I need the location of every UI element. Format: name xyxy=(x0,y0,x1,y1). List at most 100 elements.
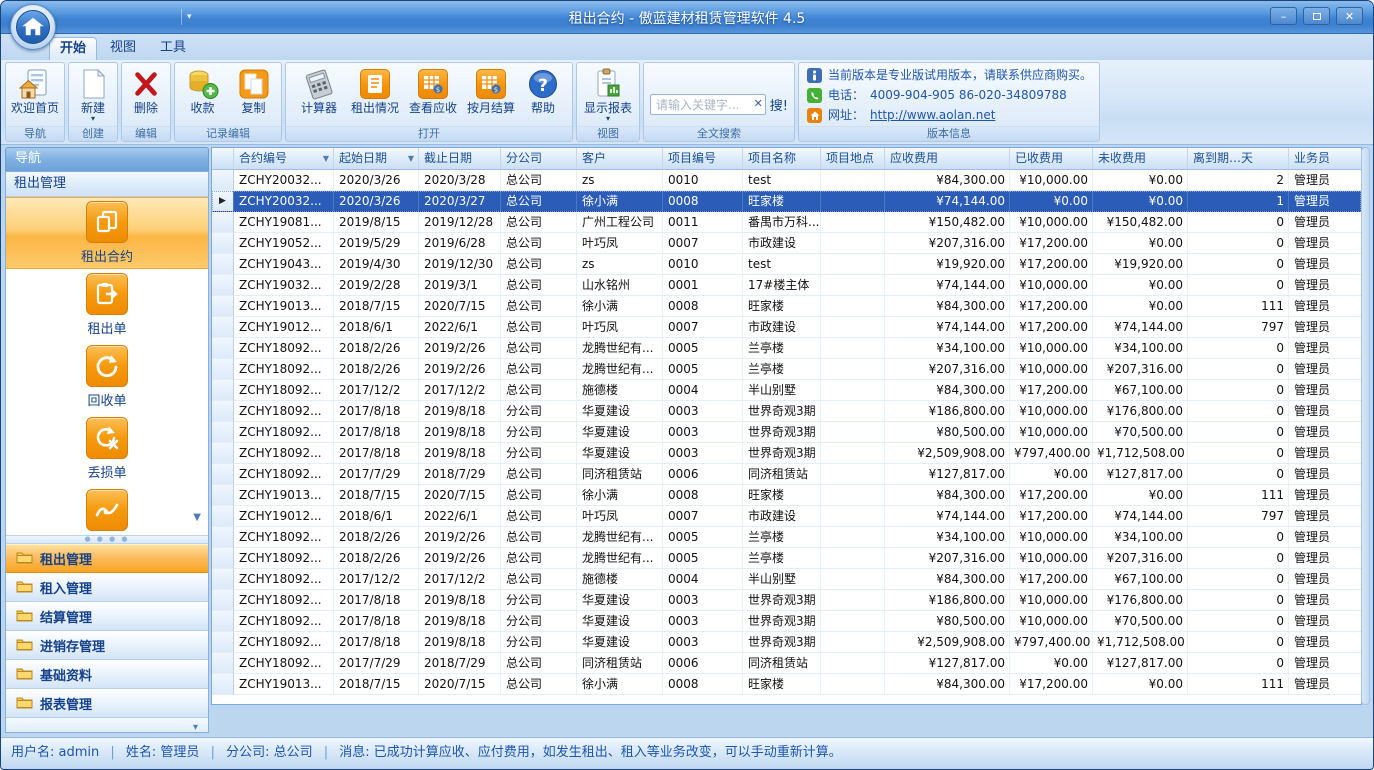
splitter-handle[interactable]: ● ● ● ● xyxy=(6,535,208,544)
show-report-dropdown-icon[interactable]: ▾ xyxy=(606,115,610,122)
table-row[interactable]: ZCHY18092...2018/2/262019/2/26总公司龙腾世纪有..… xyxy=(212,338,1361,359)
group-label-edit: 编辑 xyxy=(122,126,170,141)
table-row[interactable]: ZCHY18092...2017/12/22017/12/2总公司施德楼0004… xyxy=(212,569,1361,590)
app-menu-button[interactable] xyxy=(10,4,56,50)
sidebar-item-rent-out-order[interactable]: 租出单 xyxy=(6,269,208,341)
table-cell: ¥84,300.00 xyxy=(885,569,1010,590)
sidebar-group-settlement[interactable]: 结算管理 xyxy=(6,602,208,631)
welcome-home-button[interactable]: 欢迎首页 xyxy=(8,65,62,115)
table-row[interactable]: ZCHY18092...2017/12/22017/12/2总公司施德楼0004… xyxy=(212,380,1361,401)
table-row[interactable]: ZCHY19043...2019/4/302019/12/30总公司zs0010… xyxy=(212,254,1361,275)
table-cell: 2018/7/15 xyxy=(334,485,419,506)
table-row[interactable]: ZCHY18092...2017/8/182019/8/18分公司华夏建设000… xyxy=(212,443,1361,464)
column-header-10[interactable]: 未收费用 xyxy=(1093,148,1188,169)
show-report-button[interactable]: 显示报表 ▾ xyxy=(579,65,637,122)
column-header-3[interactable]: 分公司 xyxy=(501,148,577,169)
column-header-0[interactable]: 合约编号▼ xyxy=(234,148,334,169)
search-input[interactable] xyxy=(650,94,766,115)
table-cell: 兰亭楼 xyxy=(743,359,821,380)
table-row[interactable]: ZCHY18092...2018/2/262019/2/26总公司龙腾世纪有..… xyxy=(212,548,1361,569)
table-row[interactable]: ZCHY18092...2017/8/182019/8/18分公司华夏建设000… xyxy=(212,632,1361,653)
sidebar-group-inventory[interactable]: 进销存管理 xyxy=(6,631,208,660)
column-header-8[interactable]: 应收费用 xyxy=(885,148,1010,169)
table-row[interactable]: ZCHY19013...2018/7/152020/7/15总公司徐小满0008… xyxy=(212,485,1361,506)
copy-label: 复制 xyxy=(241,101,265,115)
table-row[interactable]: ZCHY18092...2017/7/292018/7/29总公司同济租赁站00… xyxy=(212,464,1361,485)
table-row[interactable]: ZCHY18092...2017/8/182019/8/18分公司华夏建设000… xyxy=(212,422,1361,443)
collect-payment-button[interactable]: 收款 xyxy=(177,65,228,115)
table-cell: 旺家楼 xyxy=(743,674,821,695)
table-cell: 0006 xyxy=(663,653,743,674)
new-dropdown-icon[interactable]: ▾ xyxy=(91,115,95,122)
row-indicator-header xyxy=(212,148,234,169)
minimize-button[interactable]: – xyxy=(1270,7,1297,25)
column-header-11[interactable]: 离到期…天 xyxy=(1188,148,1289,169)
table-row[interactable]: ZCHY19012...2018/6/12022/6/1总公司叶巧凤0007市政… xyxy=(212,506,1361,527)
table-cell: 管理员 xyxy=(1289,233,1362,254)
table-row[interactable]: ZCHY18092...2018/2/262019/2/26总公司龙腾世纪有..… xyxy=(212,359,1361,380)
table-row[interactable]: ZCHY18092...2017/8/182019/8/18分公司华夏建设000… xyxy=(212,590,1361,611)
sidebar-item-price-adjust-order[interactable]: 调价单 xyxy=(6,485,208,535)
table-row[interactable]: ZCHY18092...2017/7/292018/7/29总公司同济租赁站00… xyxy=(212,653,1361,674)
table-cell: ZCHY18092... xyxy=(234,653,334,674)
column-header-5[interactable]: 项目编号 xyxy=(663,148,743,169)
new-button[interactable]: 新建 ▾ xyxy=(71,65,115,122)
monthly-settlement-button[interactable]: $ 按月结算 xyxy=(462,65,520,115)
search-clear-icon[interactable]: ✕ xyxy=(754,97,763,110)
sidebar-item-label: 丢损单 xyxy=(87,462,126,481)
nav-scroll-down-icon[interactable]: ▼ xyxy=(193,512,201,523)
table-cell: 管理员 xyxy=(1289,401,1362,422)
table-row[interactable]: ZCHY20032...2020/3/262020/3/28总公司zs0010t… xyxy=(212,170,1361,191)
table-cell xyxy=(821,380,885,401)
column-header-4[interactable]: 客户 xyxy=(577,148,663,169)
table-row[interactable]: ZCHY19032...2019/2/282019/3/1总公司山水铭州0001… xyxy=(212,275,1361,296)
table-row[interactable]: ZCHY18092...2017/8/182019/8/18分公司华夏建设000… xyxy=(212,611,1361,632)
table-row[interactable]: ZCHY19013...2018/7/152020/7/15总公司徐小满0008… xyxy=(212,296,1361,317)
sidebar-group-reports[interactable]: 报表管理 xyxy=(6,689,208,718)
column-header-9[interactable]: 已收费用 xyxy=(1010,148,1093,169)
sidebar-item-recovery-order[interactable]: 回收单 xyxy=(6,341,208,413)
column-header-2[interactable]: 截止日期 xyxy=(419,148,501,169)
table-row[interactable]: ▶ZCHY20032...2020/3/262020/3/27总公司徐小满000… xyxy=(212,191,1361,212)
delete-button[interactable]: 删除 xyxy=(124,65,168,115)
tab-tools[interactable]: 工具 xyxy=(149,37,197,60)
table-cell: 2 xyxy=(1188,170,1289,191)
search-button[interactable]: 搜! xyxy=(770,95,788,114)
vertical-scrollbar[interactable] xyxy=(1361,147,1370,705)
calculator-button[interactable]: 计算器 xyxy=(292,65,346,115)
table-cell: 2019/12/30 xyxy=(419,254,501,275)
table-row[interactable]: ZCHY19012...2018/6/12022/6/1总公司叶巧凤0007市政… xyxy=(212,317,1361,338)
tab-home[interactable]: 开始 xyxy=(49,37,97,60)
table-cell xyxy=(821,569,885,590)
table-cell: 0008 xyxy=(663,296,743,317)
help-button[interactable]: ? 帮助 xyxy=(520,65,566,115)
copy-button[interactable]: 复制 xyxy=(228,65,279,115)
table-cell: 管理员 xyxy=(1289,296,1362,317)
maximize-button[interactable] xyxy=(1303,7,1330,25)
close-button[interactable]: ✕ xyxy=(1336,7,1363,25)
website-link[interactable]: http://www.aolan.net xyxy=(870,107,995,124)
column-header-12[interactable]: 业务员 xyxy=(1289,148,1362,169)
table-row[interactable]: ZCHY18092...2017/8/182019/8/18分公司华夏建设000… xyxy=(212,401,1361,422)
rental-status-button[interactable]: 租出情况 xyxy=(346,65,404,115)
collapse-groups-icon[interactable]: ▾ xyxy=(6,718,208,733)
view-receivable-button[interactable]: $ 查看应收 xyxy=(404,65,462,115)
filter-icon[interactable]: ▼ xyxy=(323,148,329,169)
table-row[interactable]: ZCHY18092...2018/2/262019/2/26总公司龙腾世纪有..… xyxy=(212,527,1361,548)
column-header-7[interactable]: 项目地点 xyxy=(821,148,885,169)
table-row[interactable]: ZCHY19081...2019/8/152019/12/28总公司广州工程公司… xyxy=(212,212,1361,233)
table-row[interactable]: ZCHY19052...2019/5/292019/6/28总公司叶巧凤0007… xyxy=(212,233,1361,254)
sidebar-group-rent-in[interactable]: 租入管理 xyxy=(6,573,208,602)
table-cell: 半山别墅 xyxy=(743,380,821,401)
column-header-1[interactable]: 起始日期▼ xyxy=(334,148,419,169)
column-header-6[interactable]: 项目名称 xyxy=(743,148,821,169)
sidebar-item-loss-order[interactable]: 丢损单 xyxy=(6,413,208,485)
table-cell: 2022/6/1 xyxy=(419,506,501,527)
sidebar-item-rental-contract[interactable]: 租出合约 xyxy=(6,197,208,269)
sidebar-group-base-data[interactable]: 基础资料 xyxy=(6,660,208,689)
sidebar-group-rent-out[interactable]: 租出管理 xyxy=(6,544,208,573)
table-row[interactable]: ZCHY19013...2018/7/152020/7/15总公司徐小满0008… xyxy=(212,674,1361,695)
tab-view[interactable]: 视图 xyxy=(99,37,147,60)
table-cell: ¥84,300.00 xyxy=(885,485,1010,506)
filter-icon[interactable]: ▼ xyxy=(408,148,414,169)
